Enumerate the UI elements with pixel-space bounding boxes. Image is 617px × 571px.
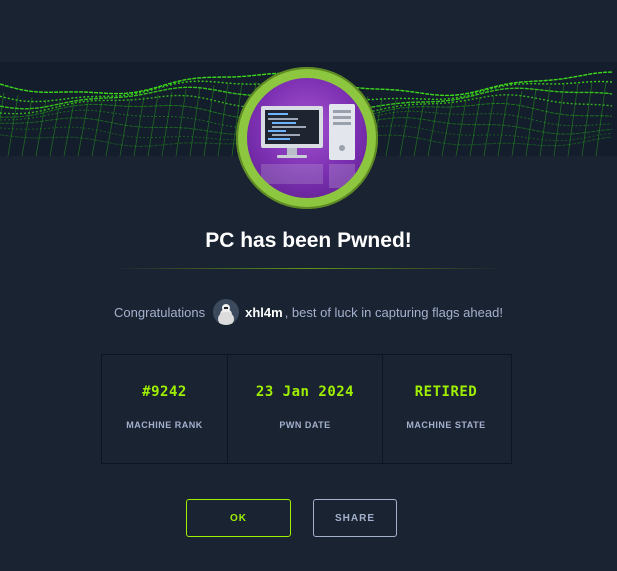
congrats-prefix: Congratulations [114,304,206,320]
ok-button[interactable]: OK [186,499,291,537]
machine-badge [236,67,378,209]
machine-state-value: RETIRED [414,384,478,400]
pwn-date-value: 23 Jan 2024 [255,384,355,400]
machine-rank-label: MACHINE RANK [126,420,203,430]
share-button[interactable]: SHARE [313,499,397,537]
pwned-title: PC has been Pwned! [205,229,412,252]
machine-state-label: MACHINE STATE [406,420,486,430]
congrats-suffix: , best of luck in capturing flags ahead! [284,304,503,320]
dialog-top-area [0,0,617,62]
stat-machine-rank: #9242 MACHINE RANK [102,355,227,463]
congrats-message: Congratulations xhl4m , best of luck in … [0,299,617,325]
stats-panel: #9242 MACHINE RANK 23 Jan 2024 PWN DATE … [101,354,512,464]
pwn-date-label: PWN DATE [279,420,331,430]
user-avatar[interactable] [213,299,240,325]
machine-rank-value: #9242 [142,384,187,400]
title-divider [112,268,505,269]
computer-icon [247,78,367,198]
stat-pwn-date: 23 Jan 2024 PWN DATE [227,355,382,463]
username[interactable]: xhl4m [245,305,283,320]
stat-machine-state: RETIRED MACHINE STATE [382,355,509,463]
